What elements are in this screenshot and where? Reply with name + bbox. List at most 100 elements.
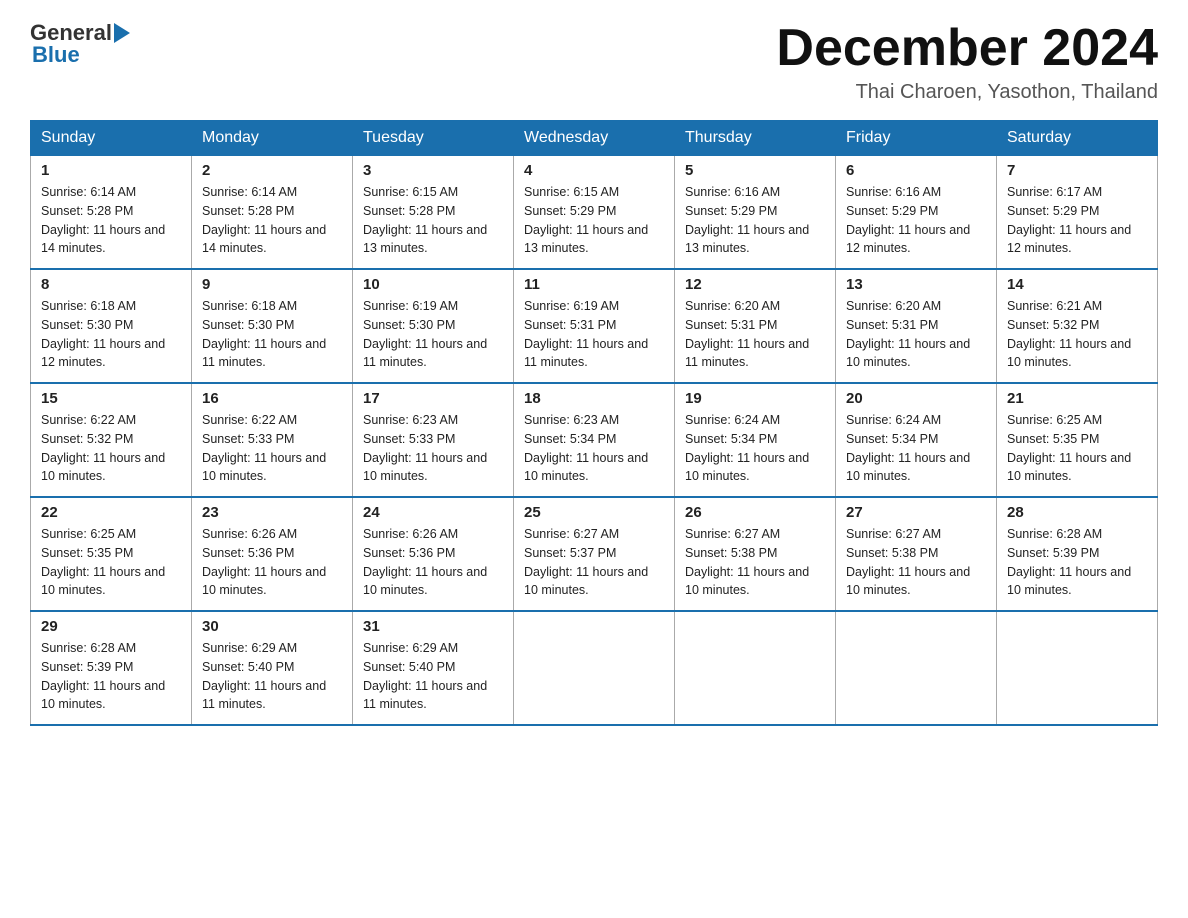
- day-info: Sunrise: 6:29 AMSunset: 5:40 PMDaylight:…: [363, 641, 487, 711]
- day-number: 21: [1007, 390, 1147, 407]
- column-header-saturday: Saturday: [997, 121, 1158, 156]
- calendar-week-row: 1 Sunrise: 6:14 AMSunset: 5:28 PMDayligh…: [31, 156, 1158, 270]
- calendar-cell: 19 Sunrise: 6:24 AMSunset: 5:34 PMDaylig…: [675, 383, 836, 497]
- day-number: 9: [202, 276, 342, 293]
- day-info: Sunrise: 6:19 AMSunset: 5:31 PMDaylight:…: [524, 299, 648, 369]
- column-header-thursday: Thursday: [675, 121, 836, 156]
- calendar-cell: 4 Sunrise: 6:15 AMSunset: 5:29 PMDayligh…: [514, 156, 675, 270]
- day-info: Sunrise: 6:23 AMSunset: 5:34 PMDaylight:…: [524, 413, 648, 483]
- day-number: 10: [363, 276, 503, 293]
- day-number: 27: [846, 504, 986, 521]
- calendar-cell: 28 Sunrise: 6:28 AMSunset: 5:39 PMDaylig…: [997, 497, 1158, 611]
- day-number: 26: [685, 504, 825, 521]
- calendar-cell: 24 Sunrise: 6:26 AMSunset: 5:36 PMDaylig…: [353, 497, 514, 611]
- calendar-cell: 2 Sunrise: 6:14 AMSunset: 5:28 PMDayligh…: [192, 156, 353, 270]
- column-header-monday: Monday: [192, 121, 353, 156]
- day-number: 8: [41, 276, 181, 293]
- day-number: 28: [1007, 504, 1147, 521]
- page-header: General Blue December 2024 Thai Charoen,…: [30, 20, 1158, 104]
- day-info: Sunrise: 6:25 AMSunset: 5:35 PMDaylight:…: [1007, 413, 1131, 483]
- calendar-cell: 8 Sunrise: 6:18 AMSunset: 5:30 PMDayligh…: [31, 269, 192, 383]
- day-number: 24: [363, 504, 503, 521]
- calendar-cell: [836, 611, 997, 725]
- day-info: Sunrise: 6:20 AMSunset: 5:31 PMDaylight:…: [685, 299, 809, 369]
- day-info: Sunrise: 6:28 AMSunset: 5:39 PMDaylight:…: [41, 641, 165, 711]
- calendar-cell: 21 Sunrise: 6:25 AMSunset: 5:35 PMDaylig…: [997, 383, 1158, 497]
- calendar-cell: [514, 611, 675, 725]
- calendar-cell: 18 Sunrise: 6:23 AMSunset: 5:34 PMDaylig…: [514, 383, 675, 497]
- calendar-cell: 6 Sunrise: 6:16 AMSunset: 5:29 PMDayligh…: [836, 156, 997, 270]
- day-number: 20: [846, 390, 986, 407]
- calendar-cell: 17 Sunrise: 6:23 AMSunset: 5:33 PMDaylig…: [353, 383, 514, 497]
- day-number: 14: [1007, 276, 1147, 293]
- calendar-week-row: 22 Sunrise: 6:25 AMSunset: 5:35 PMDaylig…: [31, 497, 1158, 611]
- day-info: Sunrise: 6:18 AMSunset: 5:30 PMDaylight:…: [202, 299, 326, 369]
- day-number: 16: [202, 390, 342, 407]
- day-info: Sunrise: 6:22 AMSunset: 5:33 PMDaylight:…: [202, 413, 326, 483]
- day-info: Sunrise: 6:27 AMSunset: 5:38 PMDaylight:…: [685, 527, 809, 597]
- calendar-cell: 10 Sunrise: 6:19 AMSunset: 5:30 PMDaylig…: [353, 269, 514, 383]
- location-subtitle: Thai Charoen, Yasothon, Thailand: [776, 81, 1158, 104]
- column-header-wednesday: Wednesday: [514, 121, 675, 156]
- title-section: December 2024 Thai Charoen, Yasothon, Th…: [776, 20, 1158, 104]
- day-number: 23: [202, 504, 342, 521]
- day-info: Sunrise: 6:27 AMSunset: 5:37 PMDaylight:…: [524, 527, 648, 597]
- calendar-cell: 15 Sunrise: 6:22 AMSunset: 5:32 PMDaylig…: [31, 383, 192, 497]
- calendar-cell: 30 Sunrise: 6:29 AMSunset: 5:40 PMDaylig…: [192, 611, 353, 725]
- calendar-cell: 7 Sunrise: 6:17 AMSunset: 5:29 PMDayligh…: [997, 156, 1158, 270]
- day-info: Sunrise: 6:22 AMSunset: 5:32 PMDaylight:…: [41, 413, 165, 483]
- calendar-week-row: 8 Sunrise: 6:18 AMSunset: 5:30 PMDayligh…: [31, 269, 1158, 383]
- calendar-cell: 14 Sunrise: 6:21 AMSunset: 5:32 PMDaylig…: [997, 269, 1158, 383]
- logo-blue-text: Blue: [30, 42, 132, 68]
- calendar-table: SundayMondayTuesdayWednesdayThursdayFrid…: [30, 120, 1158, 726]
- day-number: 19: [685, 390, 825, 407]
- day-info: Sunrise: 6:25 AMSunset: 5:35 PMDaylight:…: [41, 527, 165, 597]
- column-header-sunday: Sunday: [31, 121, 192, 156]
- calendar-cell: 16 Sunrise: 6:22 AMSunset: 5:33 PMDaylig…: [192, 383, 353, 497]
- logo-triangle-icon: [114, 23, 130, 43]
- calendar-week-row: 15 Sunrise: 6:22 AMSunset: 5:32 PMDaylig…: [31, 383, 1158, 497]
- day-info: Sunrise: 6:16 AMSunset: 5:29 PMDaylight:…: [685, 185, 809, 255]
- calendar-cell: 1 Sunrise: 6:14 AMSunset: 5:28 PMDayligh…: [31, 156, 192, 270]
- day-number: 31: [363, 618, 503, 635]
- day-info: Sunrise: 6:27 AMSunset: 5:38 PMDaylight:…: [846, 527, 970, 597]
- day-info: Sunrise: 6:21 AMSunset: 5:32 PMDaylight:…: [1007, 299, 1131, 369]
- day-info: Sunrise: 6:23 AMSunset: 5:33 PMDaylight:…: [363, 413, 487, 483]
- logo: General Blue: [30, 20, 132, 68]
- day-number: 11: [524, 276, 664, 293]
- calendar-header-row: SundayMondayTuesdayWednesdayThursdayFrid…: [31, 121, 1158, 156]
- calendar-cell: 9 Sunrise: 6:18 AMSunset: 5:30 PMDayligh…: [192, 269, 353, 383]
- calendar-cell: 27 Sunrise: 6:27 AMSunset: 5:38 PMDaylig…: [836, 497, 997, 611]
- day-info: Sunrise: 6:14 AMSunset: 5:28 PMDaylight:…: [41, 185, 165, 255]
- calendar-cell: [675, 611, 836, 725]
- day-info: Sunrise: 6:15 AMSunset: 5:28 PMDaylight:…: [363, 185, 487, 255]
- day-number: 29: [41, 618, 181, 635]
- day-number: 5: [685, 162, 825, 179]
- calendar-cell: 5 Sunrise: 6:16 AMSunset: 5:29 PMDayligh…: [675, 156, 836, 270]
- day-info: Sunrise: 6:15 AMSunset: 5:29 PMDaylight:…: [524, 185, 648, 255]
- calendar-cell: 13 Sunrise: 6:20 AMSunset: 5:31 PMDaylig…: [836, 269, 997, 383]
- day-number: 6: [846, 162, 986, 179]
- day-number: 4: [524, 162, 664, 179]
- day-info: Sunrise: 6:26 AMSunset: 5:36 PMDaylight:…: [363, 527, 487, 597]
- day-info: Sunrise: 6:20 AMSunset: 5:31 PMDaylight:…: [846, 299, 970, 369]
- day-info: Sunrise: 6:28 AMSunset: 5:39 PMDaylight:…: [1007, 527, 1131, 597]
- day-number: 22: [41, 504, 181, 521]
- day-number: 13: [846, 276, 986, 293]
- month-year-title: December 2024: [776, 20, 1158, 77]
- calendar-cell: 29 Sunrise: 6:28 AMSunset: 5:39 PMDaylig…: [31, 611, 192, 725]
- day-number: 3: [363, 162, 503, 179]
- day-number: 12: [685, 276, 825, 293]
- day-number: 30: [202, 618, 342, 635]
- column-header-friday: Friday: [836, 121, 997, 156]
- day-number: 18: [524, 390, 664, 407]
- calendar-cell: 26 Sunrise: 6:27 AMSunset: 5:38 PMDaylig…: [675, 497, 836, 611]
- calendar-cell: 25 Sunrise: 6:27 AMSunset: 5:37 PMDaylig…: [514, 497, 675, 611]
- calendar-cell: 3 Sunrise: 6:15 AMSunset: 5:28 PMDayligh…: [353, 156, 514, 270]
- day-info: Sunrise: 6:18 AMSunset: 5:30 PMDaylight:…: [41, 299, 165, 369]
- calendar-cell: 11 Sunrise: 6:19 AMSunset: 5:31 PMDaylig…: [514, 269, 675, 383]
- day-number: 17: [363, 390, 503, 407]
- calendar-cell: 23 Sunrise: 6:26 AMSunset: 5:36 PMDaylig…: [192, 497, 353, 611]
- day-number: 25: [524, 504, 664, 521]
- day-info: Sunrise: 6:17 AMSunset: 5:29 PMDaylight:…: [1007, 185, 1131, 255]
